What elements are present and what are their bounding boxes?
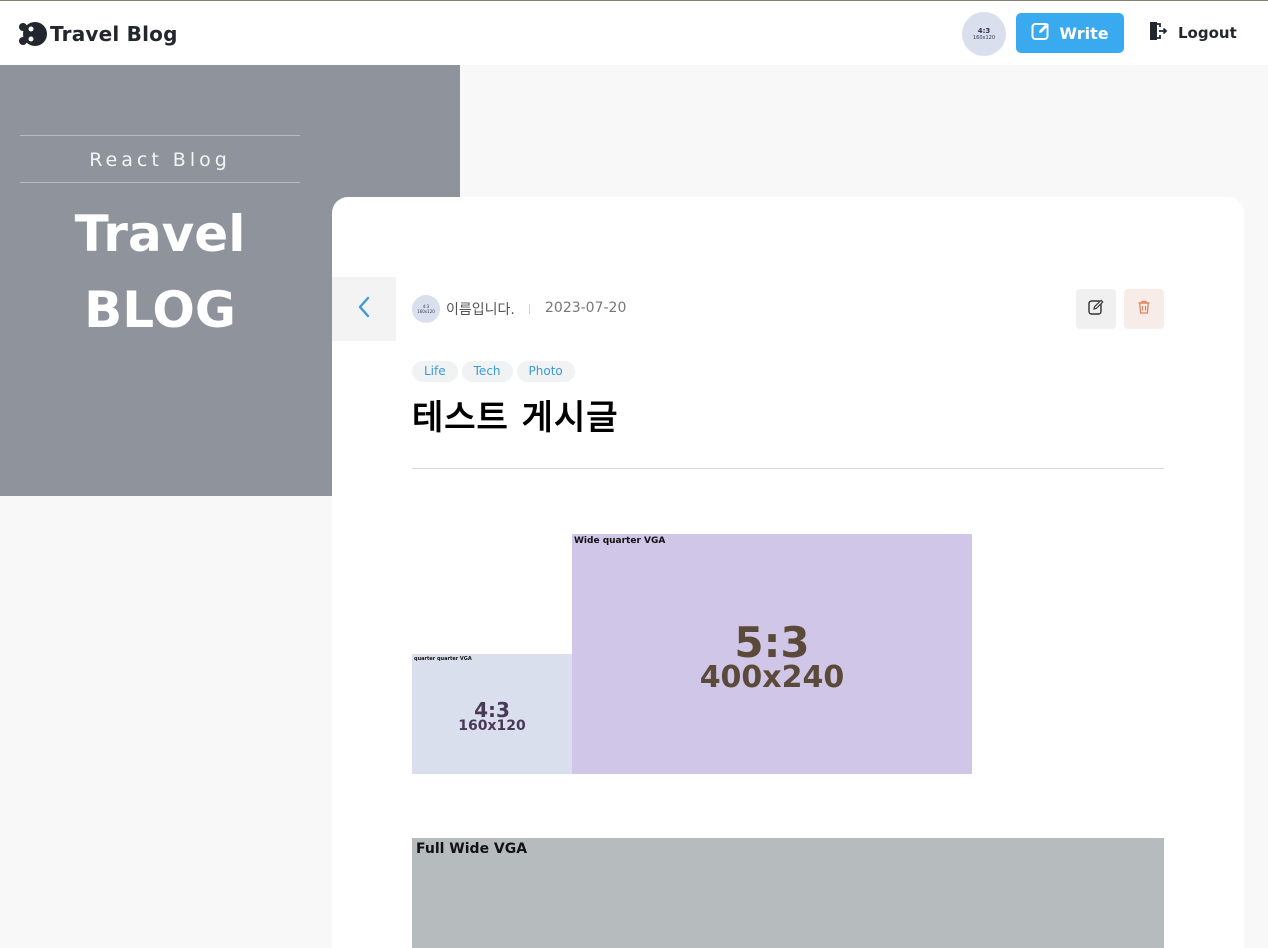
tag-life[interactable]: Life [412, 361, 458, 382]
chevron-left-icon [357, 296, 371, 322]
post-image-wide: Wide quarter VGA 5:3 400x240 [572, 534, 972, 774]
hero-divider-bottom [20, 182, 300, 183]
trash-icon [1136, 299, 1152, 319]
image-size: 160x120 [458, 718, 526, 734]
post-title: 테스트 게시글 [412, 398, 619, 438]
logout-button[interactable]: Logout [1146, 13, 1246, 53]
meta-separator [529, 304, 530, 314]
title-divider [412, 468, 1164, 469]
pencil-square-icon [1031, 21, 1051, 45]
hero-title-line1: Travel [74, 205, 246, 263]
post-image-full: Full Wide VGA [412, 838, 1164, 948]
site-header: Travel Blog 4:3 160x120 Write Logout [0, 1, 1268, 65]
hero-title-line2: BLOG [84, 281, 236, 339]
write-button[interactable]: Write [1016, 13, 1124, 53]
edit-post-button[interactable] [1076, 289, 1116, 329]
write-label: Write [1059, 23, 1109, 43]
hero-subtitle: React Blog [89, 149, 231, 171]
profile-avatar-button[interactable]: 4:3 160x120 [962, 12, 1006, 56]
delete-post-button[interactable] [1124, 289, 1164, 329]
image-caption: Wide quarter VGA [574, 536, 666, 546]
site-logo[interactable]: Travel Blog [18, 19, 178, 49]
back-button[interactable] [332, 277, 396, 341]
avatar-size: 160x120 [972, 35, 996, 41]
avatar-ratio: 4:3 [977, 27, 991, 35]
logout-label: Logout [1178, 24, 1237, 42]
post-date: 2023-07-20 [545, 300, 627, 316]
edit-icon [1087, 298, 1105, 320]
author-avatar: 4:3 160x120 [412, 295, 440, 323]
logo-icon [18, 19, 48, 49]
tag-tech[interactable]: Tech [461, 361, 513, 382]
hero-divider-top [20, 135, 300, 136]
tag-list: Life Tech Photo [412, 361, 575, 382]
tag-photo[interactable]: Photo [516, 361, 575, 382]
post-image-small: quarter quarter VGA 4:3 160x120 [412, 654, 572, 774]
author-name: 이름입니다. [446, 302, 515, 318]
logo-text: Travel Blog [50, 22, 178, 46]
image-size: 400x240 [699, 660, 845, 695]
image-caption: quarter quarter VGA [414, 656, 472, 662]
image-caption: Full Wide VGA [416, 841, 528, 857]
author-avatar-size: 160x120 [417, 309, 435, 314]
logout-icon [1146, 20, 1168, 46]
